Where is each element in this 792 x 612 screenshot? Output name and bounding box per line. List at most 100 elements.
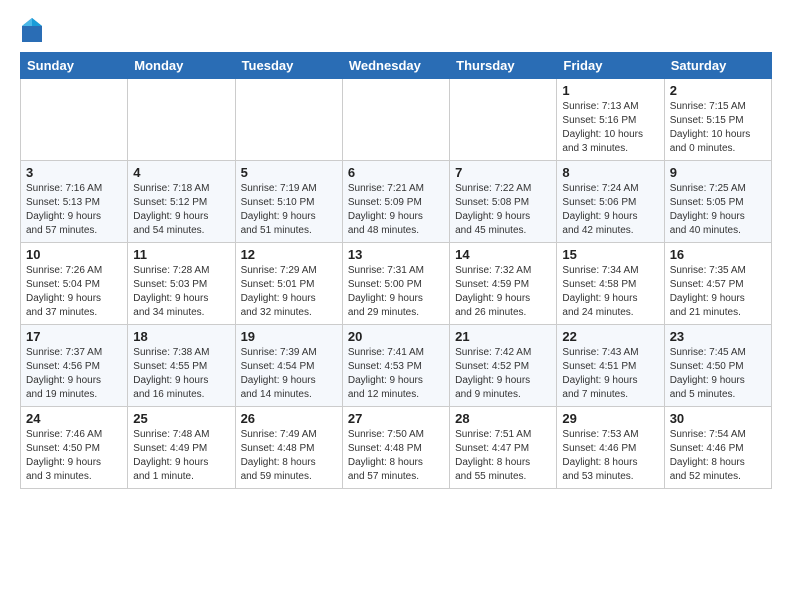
day-info: Sunrise: 7:45 AM Sunset: 4:50 PM Dayligh…: [670, 346, 766, 402]
calendar-cell: 12Sunrise: 7:29 AM Sunset: 5:01 PM Dayli…: [235, 243, 342, 325]
day-info: Sunrise: 7:53 AM Sunset: 4:46 PM Dayligh…: [562, 428, 658, 484]
weekday-header-friday: Friday: [557, 53, 664, 79]
day-number: 3: [26, 165, 122, 180]
day-number: 14: [455, 247, 551, 262]
day-number: 2: [670, 83, 766, 98]
logo-icon: [20, 16, 44, 44]
day-info: Sunrise: 7:50 AM Sunset: 4:48 PM Dayligh…: [348, 428, 444, 484]
day-number: 25: [133, 411, 229, 426]
calendar-cell: 10 Sunrise: 7:26 AM Sunset: 5:04 PM Dayli…: [21, 243, 128, 325]
calendar-cell: 3 Sunrise: 7:16 AM Sunset: 5:13 PM Daylig…: [21, 161, 128, 243]
day-number: 26: [241, 411, 337, 426]
page: SundayMondayTuesdayWednesdayThursdayFrid…: [0, 0, 792, 499]
day-number: 21: [455, 329, 551, 344]
day-number: 4: [133, 165, 229, 180]
calendar-cell: 17 Sunrise: 7:37 AM Sunset: 4:56 PM Dayli…: [21, 325, 128, 407]
day-info: Sunrise: 7:21 AM Sunset: 5:09 PM Dayligh…: [348, 182, 444, 238]
day-info: Sunrise: 7:26 AM Sunset: 5:04 PM Dayligh…: [26, 264, 122, 320]
day-info: Sunrise: 7:19 AM Sunset: 5:10 PM Dayligh…: [241, 182, 337, 238]
day-info: Sunrise: 7:43 AM Sunset: 4:51 PM Dayligh…: [562, 346, 658, 402]
weekday-header-tuesday: Tuesday: [235, 53, 342, 79]
calendar-cell: 13Sunrise: 7:31 AM Sunset: 5:00 PM Dayli…: [342, 243, 449, 325]
calendar-cell: [450, 79, 557, 161]
day-info: Sunrise: 7:49 AM Sunset: 4:48 PM Dayligh…: [241, 428, 337, 484]
day-number: 17: [26, 329, 122, 344]
calendar-cell: 9 Sunrise: 7:25 AM Sunset: 5:05 PM Daylig…: [664, 161, 771, 243]
calendar-cell: 18Sunrise: 7:38 AM Sunset: 4:55 PM Dayli…: [128, 325, 235, 407]
weekday-header-wednesday: Wednesday: [342, 53, 449, 79]
day-number: 16: [670, 247, 766, 262]
calendar-cell: 15 Sunrise: 7:34 AM Sunset: 4:58 PM Dayli…: [557, 243, 664, 325]
day-number: 9: [670, 165, 766, 180]
calendar-cell: 2 Sunrise: 7:15 AM Sunset: 5:15 PM Daylig…: [664, 79, 771, 161]
day-info: Sunrise: 7:25 AM Sunset: 5:05 PM Dayligh…: [670, 182, 766, 238]
day-info: Sunrise: 7:48 AM Sunset: 4:49 PM Dayligh…: [133, 428, 229, 484]
day-info: Sunrise: 7:46 AM Sunset: 4:50 PM Dayligh…: [26, 428, 122, 484]
calendar-cell: [21, 79, 128, 161]
calendar-cell: 8 Sunrise: 7:24 AM Sunset: 5:06 PM Daylig…: [557, 161, 664, 243]
day-number: 22: [562, 329, 658, 344]
weekday-header-sunday: Sunday: [21, 53, 128, 79]
day-number: 20: [348, 329, 444, 344]
day-number: 27: [348, 411, 444, 426]
day-info: Sunrise: 7:32 AM Sunset: 4:59 PM Dayligh…: [455, 264, 551, 320]
week-row-0: 1 Sunrise: 7:13 AM Sunset: 5:16 PM Daylig…: [21, 79, 772, 161]
day-info: Sunrise: 7:41 AM Sunset: 4:53 PM Dayligh…: [348, 346, 444, 402]
calendar-cell: 29 Sunrise: 7:53 AM Sunset: 4:46 PM Dayli…: [557, 407, 664, 489]
day-number: 5: [241, 165, 337, 180]
day-info: Sunrise: 7:24 AM Sunset: 5:06 PM Dayligh…: [562, 182, 658, 238]
calendar-cell: 23 Sunrise: 7:45 AM Sunset: 4:50 PM Dayli…: [664, 325, 771, 407]
calendar-cell: 22 Sunrise: 7:43 AM Sunset: 4:51 PM Dayli…: [557, 325, 664, 407]
day-number: 19: [241, 329, 337, 344]
calendar-cell: 1 Sunrise: 7:13 AM Sunset: 5:16 PM Daylig…: [557, 79, 664, 161]
week-row-2: 10 Sunrise: 7:26 AM Sunset: 5:04 PM Dayli…: [21, 243, 772, 325]
calendar-cell: 25 Sunrise: 7:48 AM Sunset: 4:49 PM Dayli…: [128, 407, 235, 489]
day-info: Sunrise: 7:28 AM Sunset: 5:03 PM Dayligh…: [133, 264, 229, 320]
calendar-cell: 11 Sunrise: 7:28 AM Sunset: 5:03 PM Dayli…: [128, 243, 235, 325]
day-info: Sunrise: 7:16 AM Sunset: 5:13 PM Dayligh…: [26, 182, 122, 238]
calendar-cell: 7Sunrise: 7:22 AM Sunset: 5:08 PM Daylig…: [450, 161, 557, 243]
day-number: 28: [455, 411, 551, 426]
calendar-cell: 21Sunrise: 7:42 AM Sunset: 4:52 PM Dayli…: [450, 325, 557, 407]
day-number: 29: [562, 411, 658, 426]
week-row-1: 3 Sunrise: 7:16 AM Sunset: 5:13 PM Daylig…: [21, 161, 772, 243]
day-number: 11: [133, 247, 229, 262]
calendar-cell: 27 Sunrise: 7:50 AM Sunset: 4:48 PM Dayli…: [342, 407, 449, 489]
day-number: 15: [562, 247, 658, 262]
calendar-cell: 6 Sunrise: 7:21 AM Sunset: 5:09 PM Daylig…: [342, 161, 449, 243]
day-info: Sunrise: 7:35 AM Sunset: 4:57 PM Dayligh…: [670, 264, 766, 320]
day-info: Sunrise: 7:54 AM Sunset: 4:46 PM Dayligh…: [670, 428, 766, 484]
week-row-4: 24 Sunrise: 7:46 AM Sunset: 4:50 PM Dayli…: [21, 407, 772, 489]
week-row-3: 17 Sunrise: 7:37 AM Sunset: 4:56 PM Dayli…: [21, 325, 772, 407]
day-number: 6: [348, 165, 444, 180]
day-number: 1: [562, 83, 658, 98]
calendar-cell: 30 Sunrise: 7:54 AM Sunset: 4:46 PM Dayli…: [664, 407, 771, 489]
calendar-cell: [235, 79, 342, 161]
day-number: 10: [26, 247, 122, 262]
day-info: Sunrise: 7:38 AM Sunset: 4:55 PM Dayligh…: [133, 346, 229, 402]
calendar-cell: 19 Sunrise: 7:39 AM Sunset: 4:54 PM Dayli…: [235, 325, 342, 407]
weekday-header-monday: Monday: [128, 53, 235, 79]
day-number: 30: [670, 411, 766, 426]
calendar-cell: 26 Sunrise: 7:49 AM Sunset: 4:48 PM Dayli…: [235, 407, 342, 489]
day-info: Sunrise: 7:39 AM Sunset: 4:54 PM Dayligh…: [241, 346, 337, 402]
calendar-cell: 24 Sunrise: 7:46 AM Sunset: 4:50 PM Dayli…: [21, 407, 128, 489]
day-info: Sunrise: 7:18 AM Sunset: 5:12 PM Dayligh…: [133, 182, 229, 238]
day-info: Sunrise: 7:13 AM Sunset: 5:16 PM Dayligh…: [562, 100, 658, 156]
calendar-cell: 20 Sunrise: 7:41 AM Sunset: 4:53 PM Dayli…: [342, 325, 449, 407]
day-info: Sunrise: 7:15 AM Sunset: 5:15 PM Dayligh…: [670, 100, 766, 156]
day-number: 8: [562, 165, 658, 180]
weekday-header-thursday: Thursday: [450, 53, 557, 79]
day-info: Sunrise: 7:51 AM Sunset: 4:47 PM Dayligh…: [455, 428, 551, 484]
day-info: Sunrise: 7:29 AM Sunset: 5:01 PM Dayligh…: [241, 264, 337, 320]
day-info: Sunrise: 7:31 AM Sunset: 5:00 PM Dayligh…: [348, 264, 444, 320]
day-number: 24: [26, 411, 122, 426]
calendar-cell: 14 Sunrise: 7:32 AM Sunset: 4:59 PM Dayli…: [450, 243, 557, 325]
day-info: Sunrise: 7:37 AM Sunset: 4:56 PM Dayligh…: [26, 346, 122, 402]
day-number: 23: [670, 329, 766, 344]
weekday-header-saturday: Saturday: [664, 53, 771, 79]
day-info: Sunrise: 7:34 AM Sunset: 4:58 PM Dayligh…: [562, 264, 658, 320]
logo: [20, 16, 48, 44]
header: [20, 16, 772, 44]
calendar-cell: [128, 79, 235, 161]
